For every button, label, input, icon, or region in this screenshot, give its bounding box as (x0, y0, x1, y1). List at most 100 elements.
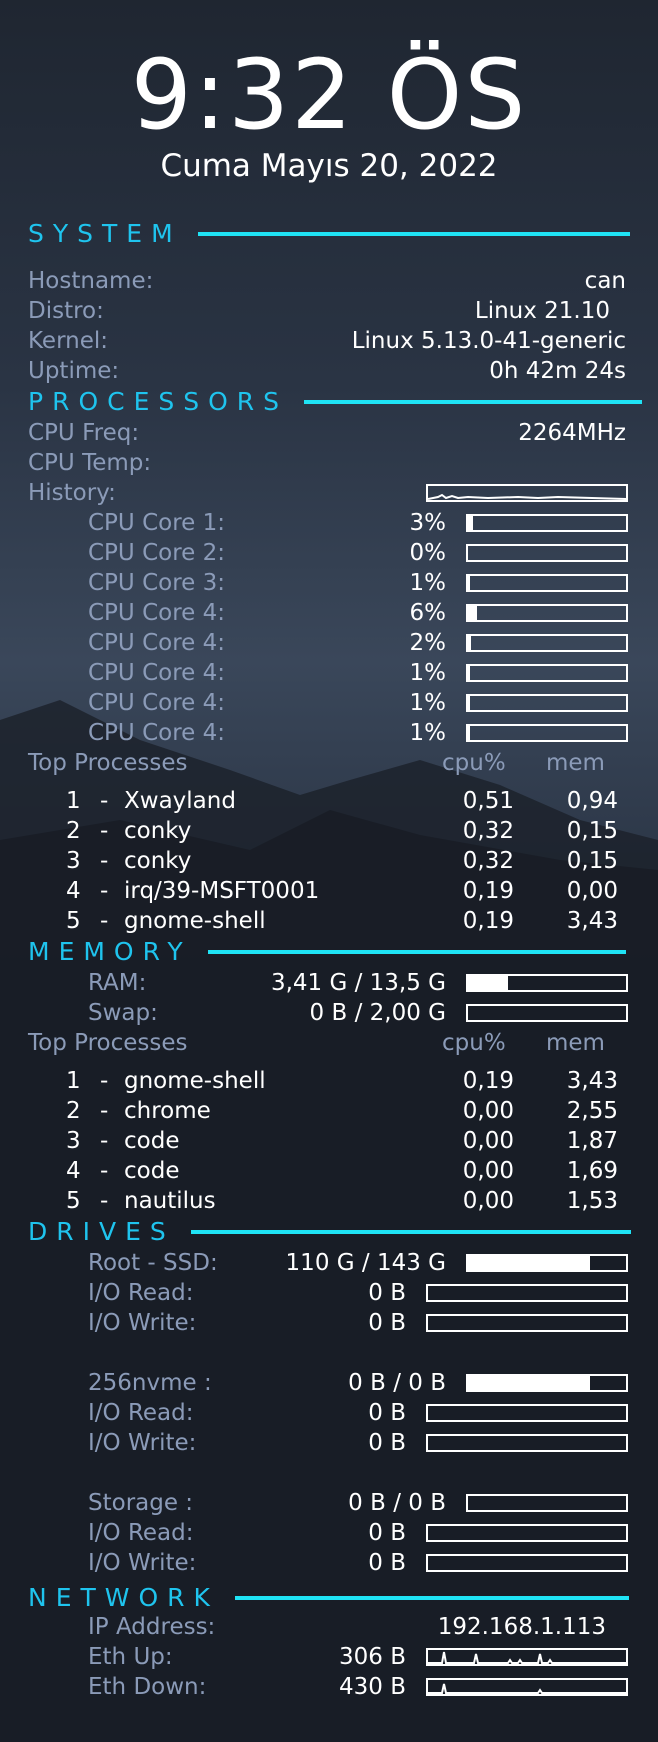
memory-section-header: MEMORY (28, 936, 626, 968)
system-row-value: Linux 5.13.0-41-generic (351, 328, 626, 354)
process-mem: 0,00 (566, 878, 618, 904)
mem-column-header: mem (546, 750, 605, 776)
process-row: 2- conky 0,32 0,15 (0, 816, 658, 846)
process-row: 5- gnome-shell 0,19 3,43 (0, 906, 658, 936)
cpu-core-value: 1% (409, 720, 447, 746)
process-mem: 3,43 (566, 908, 618, 934)
eth-down-sparkline (428, 1683, 626, 1694)
cpu-core-bar (466, 694, 628, 712)
cpu-core-bar (466, 544, 628, 562)
cpu-core-label: CPU Core 2: (88, 540, 226, 566)
section-title: SYSTEM (28, 219, 182, 248)
process-name: Xwayland (124, 788, 236, 814)
process-cpu: 0,00 (462, 1188, 514, 1214)
process-name: conky (124, 848, 192, 874)
section-divider (207, 950, 626, 954)
process-rank: 1 (66, 1068, 81, 1094)
conky-panel: 9:32 ÖS Cuma Mayıs 20, 2022 SYSTEM Hostn… (0, 0, 658, 1742)
process-mem: 1,53 (566, 1188, 618, 1214)
cpu-core-bar-fill (468, 516, 473, 530)
cpu-column-header: cpu% (442, 750, 506, 776)
process-dash: - (100, 818, 109, 844)
system-section-header: SYSTEM (28, 218, 630, 250)
processors-section-header: PROCESSORS (28, 386, 643, 418)
cpu-history-row: History: (0, 478, 658, 508)
section-title: PROCESSORS (28, 387, 289, 416)
process-name: chrome (124, 1098, 211, 1124)
process-cpu: 0,00 (462, 1158, 514, 1184)
section-divider (197, 232, 630, 236)
cpu-temp-label: CPU Temp: (28, 450, 152, 476)
drive-row: Root - SSD: 110 G / 143 G (0, 1248, 658, 1278)
process-dash: - (100, 908, 109, 934)
cpu-core-row: CPU Core 4: 1% (0, 658, 658, 688)
process-cpu: 0,19 (462, 878, 514, 904)
process-cpu: 0,19 (462, 908, 514, 934)
cpu-core-bar-fill (468, 576, 470, 590)
system-row: Uptime: 0h 42m 24s (0, 356, 658, 386)
drive-write-label: I/O Write: (88, 1550, 197, 1576)
system-row: Distro: Linux 21.10 (0, 296, 658, 326)
process-rank: 3 (66, 1128, 81, 1154)
drive-row: Storage : 0 B / 0 B (0, 1488, 658, 1518)
drive-read-graph (426, 1284, 628, 1302)
swap-label: Swap: (88, 1000, 158, 1026)
ram-row: RAM: 3,41 G / 13,5 G (0, 968, 658, 998)
process-rank: 5 (66, 1188, 81, 1214)
process-dash: - (100, 1128, 109, 1154)
cpu-core-row: CPU Core 3: 1% (0, 568, 658, 598)
process-row: 3- code 0,00 1,87 (0, 1126, 658, 1156)
eth-down-label: Eth Down: (88, 1674, 207, 1700)
process-dash: - (100, 1098, 109, 1124)
drive-read-value: 0 B (368, 1280, 406, 1306)
drive-read-value: 0 B (368, 1520, 406, 1546)
cpu-freq-row: CPU Freq: 2264MHz (0, 418, 658, 448)
cpu-core-bar (466, 724, 628, 742)
process-rank: 4 (66, 1158, 81, 1184)
cpu-core-row: CPU Core 4: 6% (0, 598, 658, 628)
cpu-core-bar (466, 604, 628, 622)
drive-read-row: I/O Read: 0 B (0, 1398, 658, 1428)
cpu-core-value: 6% (409, 600, 447, 626)
top-processes-label: Top Processes (28, 1030, 188, 1056)
cpu-core-bar-fill (468, 666, 470, 680)
network-section-header: NETWORK (28, 1582, 629, 1614)
drive-row: 256nvme : 0 B / 0 B (0, 1368, 658, 1398)
cpu-core-label: CPU Core 1: (88, 510, 226, 536)
section-divider (304, 400, 643, 404)
drive-usage-value: 110 G / 143 G (285, 1250, 446, 1276)
cpu-core-bar (466, 574, 628, 592)
process-rank: 2 (66, 1098, 81, 1124)
ip-label: IP Address: (88, 1614, 216, 1640)
cpu-core-label: CPU Core 4: (88, 720, 226, 746)
cpu-core-bar-fill (468, 726, 470, 740)
cpu-core-bar (466, 514, 628, 532)
process-dash: - (100, 848, 109, 874)
process-row: 4- irq/39-MSFT0001 0,19 0,00 (0, 876, 658, 906)
process-name: code (124, 1158, 180, 1184)
top-processes-label: Top Processes (28, 750, 188, 776)
cpu-core-bar-fill (468, 696, 470, 710)
drives-section-header: DRIVES (28, 1216, 631, 1248)
eth-up-sparkline (428, 1651, 626, 1664)
drive-usage-value: 0 B / 0 B (348, 1490, 446, 1516)
cpu-core-row: CPU Core 4: 1% (0, 688, 658, 718)
drive-write-graph (426, 1554, 628, 1572)
cpu-column-header: cpu% (442, 1030, 506, 1056)
cpu-freq-label: CPU Freq: (28, 420, 140, 446)
process-row: 3- conky 0,32 0,15 (0, 846, 658, 876)
process-row: 1- gnome-shell 0,19 3,43 (0, 1066, 658, 1096)
process-row: 4- code 0,00 1,69 (0, 1156, 658, 1186)
swap-value: 0 B / 2,00 G (309, 1000, 446, 1026)
eth-up-label: Eth Up: (88, 1644, 173, 1670)
eth-up-graph (426, 1648, 628, 1666)
cpu-core-row: CPU Core 4: 1% (0, 718, 658, 748)
section-divider (234, 1596, 629, 1600)
process-rank: 1 (66, 788, 81, 814)
ram-value: 3,41 G / 13,5 G (270, 970, 446, 996)
drive-read-row: I/O Read: 0 B (0, 1518, 658, 1548)
cpu-core-label: CPU Core 4: (88, 600, 226, 626)
process-mem: 0,15 (566, 818, 618, 844)
process-cpu: 0,19 (462, 1068, 514, 1094)
drive-label: Root - SSD: (88, 1250, 218, 1276)
